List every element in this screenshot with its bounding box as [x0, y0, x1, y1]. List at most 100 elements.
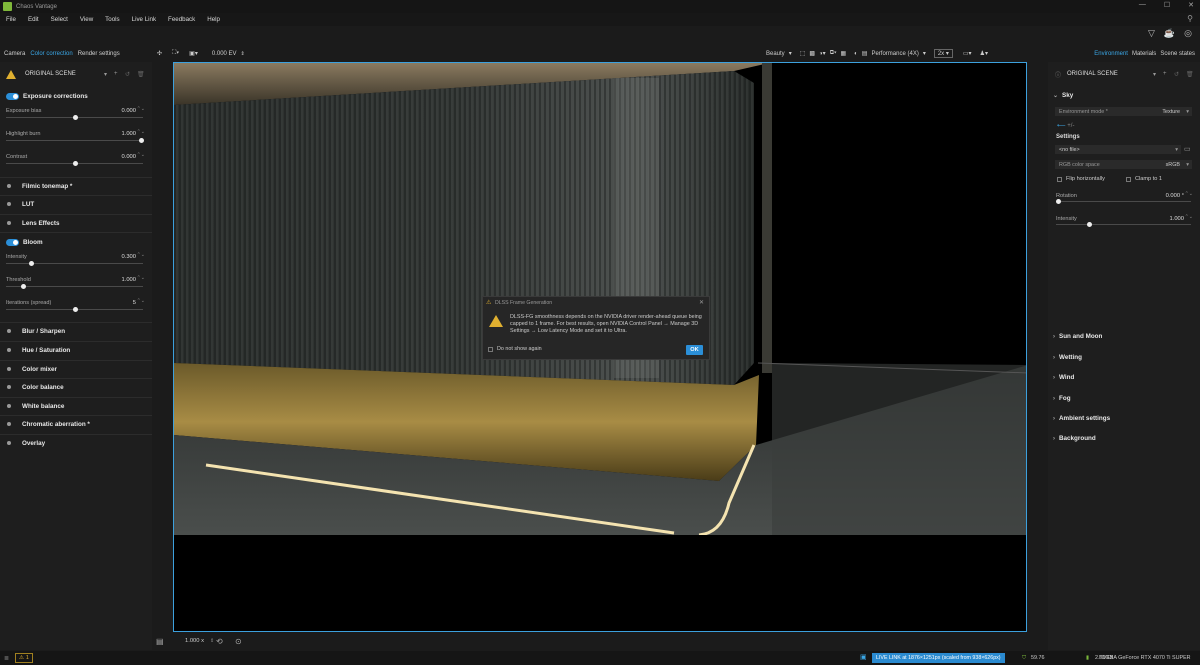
exposure-value[interactable]: 0.000 EV [212, 51, 237, 57]
menu-file[interactable]: File [6, 16, 16, 23]
globe-icon[interactable]: ◎ [1184, 28, 1192, 39]
tab-color-correction[interactable]: Color correction [30, 51, 72, 57]
menu-select[interactable]: Select [51, 16, 68, 23]
exposure-param-1-slider-track[interactable] [6, 140, 143, 141]
rotation-slider-handle[interactable] [1056, 199, 1061, 204]
environment-mode-select[interactable]: Environment mode * Texture ▾ [1055, 107, 1192, 116]
scale-select[interactable]: 2x ▾ [933, 49, 953, 58]
bloom-param-1-value[interactable]: 1.000 [121, 277, 136, 283]
sky-intensity-value[interactable]: 1.000 [1169, 216, 1184, 222]
bloom-param-1-slider-handle[interactable] [20, 284, 26, 289]
scene-state-selector-right[interactable]: ⓘ ORIGINAL SCENE ▾ + ↺ 🗑 [1055, 67, 1195, 81]
menu-live-link[interactable]: Live Link [132, 16, 156, 23]
disabled-dot-icon[interactable] [7, 367, 11, 371]
section-a-0[interactable]: Filmic tonemap * [0, 181, 152, 191]
sky-intensity-stepper[interactable]: ⌃⌄ [1185, 215, 1193, 220]
sky-intensity-slider-handle[interactable] [1087, 222, 1093, 227]
toggle-switch[interactable] [6, 92, 19, 100]
ok-button[interactable]: OK [686, 345, 703, 355]
disabled-dot-icon[interactable] [7, 329, 11, 333]
lights-icon[interactable]: ▩ [809, 50, 815, 57]
zoom-stepper[interactable]: ⇕ [210, 638, 214, 644]
color-space-select[interactable]: RGB color space sRGB ▾ [1055, 160, 1192, 169]
section-b-0[interactable]: Blur / Sharpen [0, 326, 152, 336]
exposure-param-0-value[interactable]: 0.000 [121, 108, 136, 114]
reset-state-icon[interactable]: ↺ [1174, 71, 1179, 78]
section-b-6[interactable]: Overlay [0, 438, 152, 448]
warnings-badge[interactable]: ⚠ 1 [15, 653, 33, 663]
disabled-dot-icon[interactable] [7, 221, 11, 225]
scene-state-selector[interactable]: ORIGINAL SCENE ▾ + ↺ 🗑 [6, 67, 146, 81]
teapot-icon[interactable]: ☕ [1164, 28, 1175, 39]
play-icon[interactable]: ⊙ [235, 637, 242, 646]
rotation-stepper[interactable]: ⌃⌄ [1185, 192, 1193, 197]
texture-file-select[interactable]: <no file> ▾ [1055, 145, 1181, 154]
quality-select[interactable]: Performance (4X) [871, 51, 918, 57]
section-b-3[interactable]: Color balance [0, 382, 152, 392]
menu-help[interactable]: Help [207, 16, 220, 23]
menu-feedback[interactable]: Feedback [168, 16, 195, 23]
exposure-param-0-stepper[interactable]: ⌃⌄ [137, 107, 145, 112]
exposure-param-1-slider-handle[interactable] [139, 138, 144, 143]
move-icon[interactable]: ✣ [157, 50, 162, 57]
bloom[interactable]: Bloom [0, 236, 152, 248]
bloom-param-2-slider-handle[interactable] [72, 307, 78, 312]
bloom-param-1-slider-track[interactable] [6, 286, 143, 287]
menu-view[interactable]: View [80, 16, 93, 23]
tab-scene-states[interactable]: Scene states [1160, 51, 1195, 57]
disabled-dot-icon[interactable] [7, 348, 11, 352]
layers-icon[interactable]: ≣ [4, 655, 9, 662]
pin-icon[interactable]: ⚲ [1187, 14, 1193, 23]
bloom-param-0-slider-track[interactable] [6, 263, 143, 264]
add-state-icon[interactable]: + [114, 71, 118, 77]
tab-render-settings[interactable]: Render settings [78, 51, 120, 57]
add-state-icon[interactable]: + [1163, 71, 1167, 77]
bloom-param-2-stepper[interactable]: ⌃⌄ [137, 299, 145, 304]
exposure-param-1-stepper[interactable]: ⌃⌄ [137, 130, 145, 135]
shading-icon[interactable]: ◑▾ [819, 50, 826, 57]
delete-state-icon[interactable]: 🗑 [137, 71, 145, 78]
delete-state-icon[interactable]: 🗑 [1186, 71, 1194, 78]
contrast-icon[interactable]: ◐ [854, 51, 858, 57]
exposure-param-2-slider-handle[interactable] [72, 161, 78, 166]
disabled-dot-icon[interactable] [7, 404, 11, 408]
section-b-1[interactable]: Hue / Saturation [0, 345, 152, 355]
maximize-icon[interactable]: ☐ [1164, 1, 1170, 9]
exposure-param-0-slider-handle[interactable] [72, 115, 78, 120]
rotation-value[interactable]: 0.000 ° [1166, 193, 1184, 199]
section-ambient-settings[interactable]: › Ambient settings [1053, 415, 1110, 422]
bloom-param-0-value[interactable]: 0.300 [121, 254, 136, 260]
disabled-dot-icon[interactable] [7, 184, 11, 188]
minimize-icon[interactable]: — [1139, 1, 1146, 9]
toggle-switch[interactable] [6, 238, 19, 246]
section-background[interactable]: › Background [1053, 435, 1096, 442]
loop-icon[interactable]: ⟲ [216, 637, 223, 646]
zoom-value[interactable]: 1.000 x [185, 638, 204, 644]
region-icon[interactable]: ▦ [841, 50, 847, 57]
menu-edit[interactable]: Edit [28, 16, 39, 23]
close-icon[interactable]: ✕ [699, 299, 704, 306]
tab-materials[interactable]: Materials [1132, 51, 1156, 57]
section-b-2[interactable]: Color mixer [0, 364, 152, 374]
bloom-param-2-value[interactable]: 5 [133, 300, 136, 306]
exposure-stepper[interactable]: ⇕ [241, 51, 245, 57]
navigation-icon[interactable]: ⛶▾ [172, 50, 179, 57]
folder-icon[interactable]: ▭ [1184, 145, 1191, 153]
save-image-icon[interactable]: ▣▾ [189, 50, 198, 57]
disabled-dot-icon[interactable] [7, 385, 11, 389]
back-arrow-icon[interactable]: ⟵ +/- [1057, 122, 1074, 129]
flip-horizontally-checkbox[interactable]: Flip horizontally [1057, 176, 1105, 182]
disabled-dot-icon[interactable] [7, 202, 11, 206]
menu-tools[interactable]: Tools [105, 16, 119, 23]
sky-intensity-slider-track[interactable] [1056, 224, 1191, 225]
clamp-checkbox[interactable]: Clamp to 1 [1126, 176, 1162, 182]
section-a-1[interactable]: LUT [0, 199, 152, 209]
live-link-status[interactable]: LIVE LINK at 1876×1251px (scaled from 93… [872, 653, 1005, 663]
reset-state-icon[interactable]: ↺ [125, 71, 130, 78]
close-icon[interactable]: ✕ [1188, 1, 1194, 9]
disabled-dot-icon[interactable] [7, 441, 11, 445]
filter-icon[interactable]: ▽ [1148, 28, 1155, 39]
bloom-param-1-stepper[interactable]: ⌃⌄ [137, 276, 145, 281]
person-icon[interactable]: ♟▾ [980, 50, 988, 57]
section-b-5[interactable]: Chromatic aberration * [0, 419, 152, 429]
